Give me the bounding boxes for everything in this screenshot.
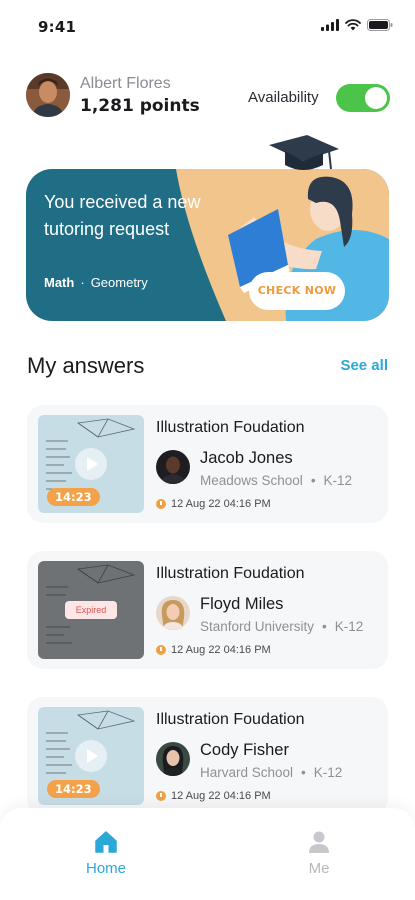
graduation-cap-icon (269, 135, 339, 170)
expired-thumbnail: Expired (38, 561, 144, 659)
clock-icon (156, 791, 166, 801)
avatar[interactable] (26, 73, 70, 117)
bottom-nav: Home Me (0, 808, 415, 900)
answer-date: 12 Aug 22 04:16 PM (156, 498, 271, 510)
answer-card[interactable]: 14:23 Illustration Foudation Cody Fisher… (27, 697, 388, 815)
user-name: Albert Flores (80, 75, 171, 92)
profile-header: Albert Flores 1,281 points Availability (26, 73, 391, 121)
answer-title: Illustration Foudation (156, 711, 305, 728)
tag-subject: Math (44, 275, 75, 290)
answer-date: 12 Aug 22 04:16 PM (156, 790, 271, 802)
tutor-name: Cody Fisher (200, 741, 289, 759)
tutor-meta: Meadows School • K-12 (200, 473, 353, 488)
video-thumbnail[interactable]: 14:23 (38, 707, 144, 805)
see-all-link[interactable]: See all (340, 357, 388, 374)
answer-card[interactable]: Expired Illustration Foudation Floyd Mil… (27, 551, 388, 669)
tutor-avatar (156, 450, 190, 484)
section-title: My answers (27, 353, 145, 378)
answer-date-text: 12 Aug 22 04:16 PM (171, 790, 271, 802)
tutor-name: Floyd Miles (200, 595, 284, 613)
tag-topic: Geometry (90, 275, 148, 290)
tutor-school: Meadows School (200, 473, 303, 488)
tutor-school: Harvard School (200, 765, 294, 780)
tutoring-request-banner: You received a new tutoring request Math… (26, 169, 389, 321)
tutor-grade: K-12 (313, 765, 343, 780)
tutor-school: Stanford University (200, 619, 315, 634)
answer-title: Illustration Foudation (156, 565, 305, 582)
answer-card[interactable]: 14:23 Illustration Foudation Jacob Jones… (27, 405, 388, 523)
system-icons (321, 19, 393, 31)
answer-date-text: 12 Aug 22 04:16 PM (171, 644, 271, 656)
person-icon (309, 831, 329, 853)
answer-date: 12 Aug 22 04:16 PM (156, 644, 271, 656)
banner-tags: Math · Geometry (44, 275, 148, 290)
tutor-meta: Stanford University • K-12 (200, 619, 364, 634)
home-icon (95, 831, 117, 853)
video-duration: 14:23 (47, 488, 100, 506)
signal-icon (321, 19, 339, 31)
tutor-grade: K-12 (323, 473, 353, 488)
tutor-avatar (156, 742, 190, 776)
status-time: 9:41 (38, 18, 77, 36)
play-icon[interactable] (75, 740, 107, 772)
availability-toggle[interactable] (336, 84, 390, 112)
video-duration: 14:23 (47, 780, 100, 798)
tutor-avatar (156, 596, 190, 630)
clock-icon (156, 645, 166, 655)
expired-badge: Expired (65, 601, 117, 619)
answer-date-text: 12 Aug 22 04:16 PM (171, 498, 271, 510)
banner-title: You received a new tutoring request (44, 192, 201, 239)
status-bar: 9:41 (0, 0, 415, 56)
clock-icon (156, 499, 166, 509)
check-now-button[interactable]: CHECK NOW (249, 272, 345, 310)
video-thumbnail[interactable]: 14:23 (38, 415, 144, 513)
nav-home[interactable]: Home (66, 830, 146, 877)
tutor-name: Jacob Jones (200, 449, 293, 467)
toggle-knob (365, 87, 387, 109)
availability-label: Availability (248, 89, 319, 106)
nav-home-label: Home (85, 860, 126, 877)
user-points: 1,281 points (80, 96, 200, 116)
tutor-meta: Harvard School • K-12 (200, 765, 343, 780)
battery-icon (367, 19, 393, 31)
nav-me[interactable]: Me (279, 830, 359, 877)
nav-me-label: Me (308, 860, 330, 877)
answer-title: Illustration Foudation (156, 419, 305, 436)
wifi-icon (345, 19, 361, 31)
tutor-grade: K-12 (334, 619, 364, 634)
play-icon[interactable] (75, 448, 107, 480)
